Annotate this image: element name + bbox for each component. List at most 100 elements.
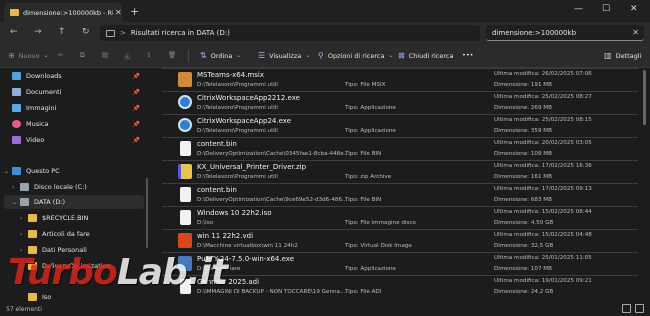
file-name: CitrixWorkspaceApp24.exe bbox=[197, 117, 292, 125]
file-row[interactable]: CitrixWorkspaceApp24.exe D:\Telelavoro\Pr… bbox=[162, 114, 638, 137]
close-search-button[interactable]: ⊠ Chiudi ricerca bbox=[398, 51, 453, 60]
view-switcher bbox=[622, 304, 644, 313]
search-options-button[interactable]: ⚲ Opzioni di ricerca ⌄ bbox=[318, 51, 393, 60]
view-button[interactable]: ☰ Visualizza ⌄ bbox=[258, 51, 310, 60]
sidebar-item-pictures[interactable]: Immagini 📌 bbox=[12, 101, 146, 115]
tab-close-icon[interactable]: ✕ bbox=[115, 8, 122, 17]
details-label: Dettagli bbox=[615, 51, 642, 60]
details-button[interactable]: ▥ Dettagli bbox=[604, 51, 641, 60]
close-window-button[interactable]: ✕ bbox=[630, 4, 638, 14]
download-icon bbox=[12, 72, 21, 80]
sidebar-item-this-pc[interactable]: ⌄ Questo PC bbox=[4, 164, 146, 178]
file-name: win 11 22h2.vdi bbox=[197, 232, 254, 240]
music-icon bbox=[12, 120, 21, 128]
sidebar-scrollbar[interactable] bbox=[146, 178, 148, 248]
breadcrumb: Risultati ricerca in DATA (D:) bbox=[130, 29, 230, 37]
file-row[interactable]: KX_Universal_Printer_Driver.zip D:\Telela… bbox=[162, 160, 638, 183]
chevron-down-icon: ⌄ bbox=[305, 52, 311, 59]
address-input[interactable]: > Risultati ricerca in DATA (D:) bbox=[100, 25, 480, 41]
status-bar: 57 elementi bbox=[0, 302, 650, 316]
file-path: D:\DeliveryOptimization\Cache\0345fae1-8… bbox=[197, 151, 347, 157]
pin-icon: 📌 bbox=[132, 136, 140, 144]
toolbar-divider bbox=[188, 50, 189, 62]
chevron-right-icon: › bbox=[20, 246, 23, 254]
citrix-icon bbox=[178, 118, 192, 132]
file-type: Tipo: zip Archive bbox=[345, 174, 392, 180]
rename-icon[interactable]: Ⓐ bbox=[124, 51, 131, 61]
pin-icon: 📌 bbox=[132, 104, 140, 112]
details-view-icon[interactable] bbox=[622, 304, 631, 313]
chevron-down-icon: ⌄ bbox=[4, 167, 10, 175]
file-row[interactable]: PuTTY-24-7.5.0-win-x64.exe D:\Da installa… bbox=[162, 252, 638, 275]
share-icon[interactable]: ⇪ bbox=[146, 51, 151, 59]
paste-icon[interactable]: ▤ bbox=[102, 51, 108, 59]
new-button[interactable]: ⊕ Nuovo ⌄ bbox=[8, 51, 49, 60]
file-list: MSTeams-x64.msix D:\Telelavoro\Programmi … bbox=[162, 68, 650, 302]
forward-button[interactable]: → bbox=[34, 27, 42, 37]
sidebar-item-music[interactable]: Musica 📌 bbox=[12, 117, 146, 131]
chevron-down-icon: ⌄ bbox=[236, 52, 242, 59]
file-row[interactable]: Windows 10 22h2.iso D:\Iso Tipo: File imma… bbox=[162, 206, 638, 229]
file-path: D:\Iso bbox=[197, 220, 214, 226]
file-row[interactable]: Gennaio 2025.adi D:\IMMAGINI DI BACKUP - … bbox=[162, 275, 638, 298]
file-path: D:\Telelavoro\Programmi utili bbox=[197, 105, 278, 111]
file-icon bbox=[180, 279, 191, 294]
maximize-button[interactable]: ☐ bbox=[602, 4, 610, 14]
file-icon bbox=[180, 210, 191, 225]
file-size: Dimensione: 161 MB bbox=[494, 174, 552, 180]
refresh-button[interactable]: ↻ bbox=[82, 27, 90, 37]
file-modified: Ultima modifica: 15/02/2025 04:48 bbox=[494, 232, 592, 238]
more-options-button[interactable]: ••• bbox=[462, 51, 474, 59]
file-size: Dimensione: 32,5 GB bbox=[494, 243, 554, 249]
sidebar-item-data-drive[interactable]: ⌄ DATA (D:) bbox=[4, 195, 144, 209]
sidebar-item-local-disk[interactable]: › Disco locale (C:) bbox=[12, 180, 146, 194]
search-input[interactable]: dimensione:>100000kb ✕ bbox=[486, 25, 644, 41]
sidebar-item-video[interactable]: Video 📌 bbox=[12, 133, 146, 147]
clear-search-icon[interactable]: ✕ bbox=[632, 28, 639, 37]
file-row[interactable]: MSTeams-x64.msix D:\Telelavoro\Programmi … bbox=[162, 68, 638, 91]
tab-search-results[interactable]: dimensione:>100000kb - Risul ✕ bbox=[4, 3, 122, 22]
file-row[interactable]: win 11 22h2.vdi D:\Macchine virtualbox\wi… bbox=[162, 229, 638, 252]
up-button[interactable]: ↑ bbox=[58, 27, 66, 37]
sidebar-item-folder[interactable]: › Articoli da fare bbox=[20, 227, 146, 241]
delete-icon[interactable]: 🗑 bbox=[168, 51, 176, 59]
file-name: CitrixWorkspaceApp2212.exe bbox=[197, 94, 300, 102]
sort-button[interactable]: ⇅ Ordina ⌄ bbox=[200, 51, 241, 60]
vbox-icon bbox=[178, 233, 192, 248]
file-modified: Ultima modifica: 25/02/2025 08:27 bbox=[494, 94, 592, 100]
search-options-label: Opzioni di ricerca bbox=[327, 51, 385, 60]
file-row[interactable]: content.bin D:\DeliveryOptimization\Cache… bbox=[162, 183, 638, 206]
pin-icon: 📌 bbox=[132, 88, 140, 96]
new-tab-button[interactable]: + bbox=[130, 5, 139, 18]
tiles-view-icon[interactable] bbox=[635, 304, 644, 313]
file-row[interactable]: content.bin D:\DeliveryOptimization\Cache… bbox=[162, 137, 638, 160]
sidebar-item-documents[interactable]: Documenti 📌 bbox=[12, 85, 146, 99]
sidebar-item-label: Disco locale (C:) bbox=[34, 183, 87, 191]
cut-icon[interactable]: ✂ bbox=[58, 51, 63, 59]
view-label: Visualizza bbox=[269, 51, 302, 60]
content-scrollbar[interactable] bbox=[643, 70, 646, 125]
pin-icon: 📌 bbox=[132, 120, 140, 128]
new-label: Nuovo bbox=[18, 51, 40, 60]
back-button[interactable]: ← bbox=[10, 27, 18, 37]
file-path: D:\Telelavoro\Programmi utili bbox=[197, 174, 278, 180]
file-modified: Ultima modifica: 20/02/2025 03:05 bbox=[494, 140, 592, 146]
sidebar-item-folder[interactable]: › DeliveryOptimization bbox=[20, 259, 146, 273]
file-type: Tipo: File ADI bbox=[345, 289, 382, 295]
sidebar-item-folder[interactable]: › $RECYCLE.BIN bbox=[20, 211, 146, 225]
file-type: Tipo: Applicazione bbox=[345, 105, 396, 111]
view-icon: ☰ bbox=[258, 51, 266, 60]
file-modified: Ultima modifica: 26/02/2025 07:06 bbox=[494, 71, 592, 77]
minimize-button[interactable]: — bbox=[574, 4, 583, 14]
navigation-pane: Downloads 📌 Documenti 📌 Immagini 📌 Music… bbox=[0, 68, 148, 302]
video-icon bbox=[12, 136, 21, 144]
zip-icon bbox=[178, 164, 192, 179]
file-row[interactable]: CitrixWorkspaceApp2212.exe D:\Telelavoro\… bbox=[162, 91, 638, 114]
details-pane-icon: ▥ bbox=[604, 51, 612, 60]
sidebar-item-folder[interactable]: Iso bbox=[28, 290, 146, 302]
sidebar-item-downloads[interactable]: Downloads 📌 bbox=[12, 69, 146, 83]
file-type: Tipo: File MSIX bbox=[345, 82, 386, 88]
sidebar-item-folder[interactable]: › Dati Personali bbox=[20, 243, 146, 257]
citrix-icon bbox=[178, 95, 192, 109]
copy-icon[interactable]: ⧉ bbox=[80, 51, 85, 60]
